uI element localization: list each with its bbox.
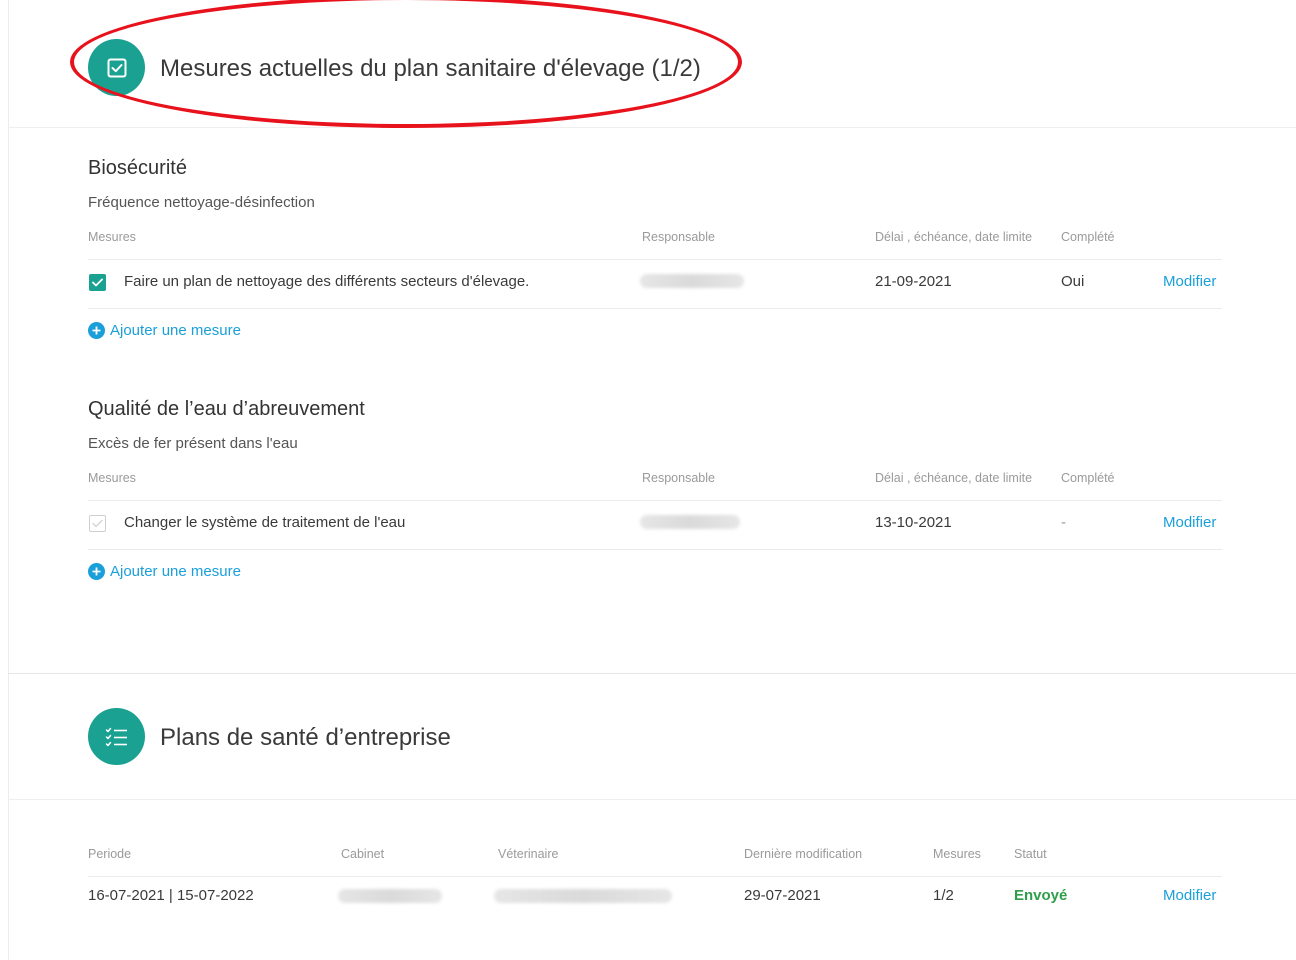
- column-header-cabinet: Cabinet: [341, 847, 385, 861]
- measure-text: Changer le système de traitement de l'ea…: [124, 514, 406, 531]
- redacted-responsable: [640, 274, 744, 288]
- column-header-mesures: Mesures: [88, 471, 136, 485]
- completed-value: Oui: [1061, 273, 1085, 290]
- column-header-periode: Periode: [88, 847, 132, 861]
- checklist-icon: [88, 708, 145, 765]
- status-badge: Envoyé: [1014, 887, 1068, 904]
- column-header-veterinaire: Véterinaire: [498, 847, 559, 861]
- column-header-responsable: Responsable: [642, 471, 715, 485]
- plus-circle-icon: [88, 322, 105, 339]
- measure-text: Faire un plan de nettoyage des différent…: [124, 273, 530, 290]
- measures-count: 1/2: [933, 887, 954, 904]
- column-header-mesures: Mesures: [933, 847, 981, 861]
- left-divider: [8, 0, 9, 960]
- column-header-statut: Statut: [1014, 847, 1047, 861]
- deadline-value: 13-10-2021: [875, 514, 952, 531]
- plus-circle-icon: [88, 563, 105, 580]
- plans-section-header: Plans de santé d’entreprise: [8, 674, 1296, 800]
- group-biosecurite: Biosécurité Fréquence nettoyage-désinfec…: [88, 157, 1222, 339]
- measures-section-header: Mesures actuelles du plan sanitaire d'él…: [8, 0, 1296, 128]
- column-header-complete: Complété: [1061, 230, 1115, 244]
- column-header-mesures: Mesures: [88, 230, 136, 244]
- row-divider: [88, 308, 1222, 309]
- add-measure-label: Ajouter une mesure: [110, 322, 241, 339]
- measure-checkbox[interactable]: [89, 274, 106, 291]
- group-title: Biosécurité: [88, 157, 187, 179]
- measures-section-title: Mesures actuelles du plan sanitaire d'él…: [160, 55, 701, 82]
- measure-checkbox[interactable]: [89, 515, 106, 532]
- add-measure-label: Ajouter une mesure: [110, 563, 241, 580]
- completed-value: -: [1061, 514, 1066, 531]
- period-value: 16-07-2021 | 15-07-2022: [88, 887, 254, 904]
- checkbox-icon: [88, 39, 145, 96]
- column-header-derniere-modification: Dernière modification: [744, 847, 863, 861]
- modify-link[interactable]: Modifier: [1163, 273, 1216, 290]
- last-modified-value: 29-07-2021: [744, 887, 821, 904]
- modify-link[interactable]: Modifier: [1163, 514, 1216, 531]
- column-header-responsable: Responsable: [642, 230, 715, 244]
- column-header-delai: Délai , échéance, date limite: [875, 471, 1033, 485]
- check-icon: [92, 519, 103, 528]
- group-title: Qualité de l’eau d’abreuvement: [88, 398, 365, 420]
- modify-link[interactable]: Modifier: [1163, 887, 1216, 904]
- group-qualite-eau: Qualité de l’eau d’abreuvement Excès de …: [88, 398, 1222, 580]
- add-measure-button[interactable]: Ajouter une mesure: [88, 322, 241, 339]
- page: Mesures actuelles du plan sanitaire d'él…: [0, 0, 1296, 960]
- redacted-responsable: [640, 515, 740, 529]
- plans-section-title: Plans de santé d’entreprise: [160, 724, 451, 751]
- deadline-value: 21-09-2021: [875, 273, 952, 290]
- row-divider: [88, 259, 1222, 260]
- group-subtitle: Fréquence nettoyage-désinfection: [88, 194, 315, 211]
- group-subtitle: Excès de fer présent dans l'eau: [88, 435, 298, 452]
- check-icon: [92, 278, 103, 287]
- column-header-complete: Complété: [1061, 471, 1115, 485]
- column-header-delai: Délai , échéance, date limite: [875, 230, 1033, 244]
- row-divider: [88, 500, 1222, 501]
- row-divider: [88, 549, 1222, 550]
- redacted-cabinet: [338, 889, 442, 903]
- add-measure-button[interactable]: Ajouter une mesure: [88, 563, 241, 580]
- row-divider: [88, 876, 1222, 877]
- redacted-veterinaire: [494, 889, 672, 903]
